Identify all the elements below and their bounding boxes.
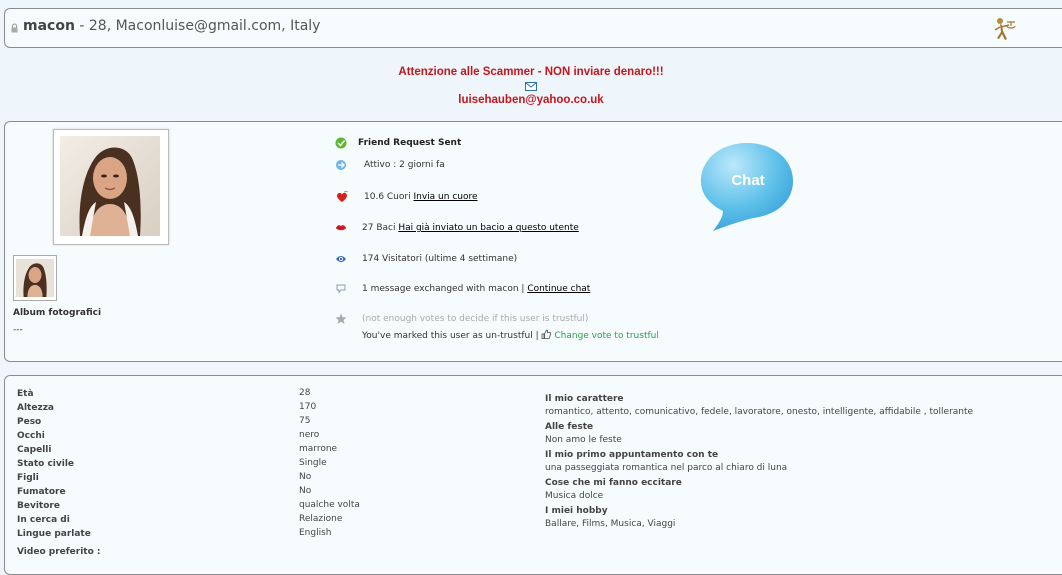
attribute-label: Fumatore bbox=[17, 487, 66, 497]
hearts-count: 10.6 Cuori bbox=[364, 192, 411, 202]
attribute-label: Peso bbox=[17, 417, 42, 427]
attribute-label: Età bbox=[17, 389, 34, 399]
attribute-value: English bbox=[299, 528, 332, 538]
send-heart-link[interactable]: Invia un cuore bbox=[413, 192, 477, 202]
activity-icon bbox=[336, 160, 346, 170]
profile-details-panel: Video preferito : Età 28 Altezza 170 Peso 75 O… bbox=[4, 375, 1062, 575]
attribute-value: Single bbox=[299, 458, 327, 468]
speech-bubble-icon bbox=[336, 284, 346, 294]
attribute-value: Relazione bbox=[299, 514, 343, 524]
attribute-value: No bbox=[299, 486, 312, 496]
character-title: I miei hobby bbox=[545, 506, 608, 516]
profile-title: macon - 28, Maconluise@gmail.com, Italy bbox=[23, 18, 320, 34]
kiss-sent-link[interactable]: Hai già inviato un bacio a questo utente bbox=[398, 223, 578, 233]
trust-marked: You've marked this user as un-trustful | bbox=[362, 331, 539, 341]
visitors-count: 174 Visitatori (ultime 4 settimane) bbox=[362, 254, 518, 264]
main-profile-photo[interactable] bbox=[53, 129, 169, 245]
chat-label: Chat bbox=[731, 172, 764, 189]
zodiac-sign-icon bbox=[994, 18, 1016, 40]
continue-chat-link[interactable]: Continue chat bbox=[527, 284, 590, 294]
attribute-label: Occhi bbox=[17, 431, 45, 441]
messages-count: 1 message exchanged with macon | bbox=[362, 284, 525, 294]
username: macon bbox=[23, 18, 75, 34]
attribute-value: 170 bbox=[299, 402, 317, 412]
scam-warning-text: Attenzione alle Scammer - NON inviare de… bbox=[398, 66, 664, 78]
attribute-label: Bevitore bbox=[17, 501, 60, 511]
profile-photo-image bbox=[60, 136, 160, 236]
attribute-value: No bbox=[299, 472, 312, 482]
star-icon bbox=[335, 313, 347, 324]
character-value: una passeggiata romantica nel parco al c… bbox=[545, 463, 788, 473]
character-value: Non amo le feste bbox=[545, 435, 622, 445]
photo-thumbnail[interactable] bbox=[13, 255, 57, 301]
character-title: Il mio primo appuntamento con te bbox=[545, 450, 719, 460]
checkmark-icon bbox=[335, 137, 347, 149]
mail-icon[interactable] bbox=[525, 82, 537, 91]
attribute-label: Altezza bbox=[17, 403, 55, 413]
attribute-label: In cerca di bbox=[17, 515, 70, 525]
attribute-value: 28 bbox=[299, 388, 311, 398]
change-vote-link[interactable]: Change vote to trustful bbox=[554, 331, 659, 341]
attribute-value: 75 bbox=[299, 416, 311, 426]
attribute-value: marrone bbox=[299, 444, 338, 454]
last-active: Attivo : 2 giorni fa bbox=[364, 160, 445, 170]
attribute-value: qualche volta bbox=[299, 500, 360, 510]
character-value: Musica dolce bbox=[545, 491, 604, 501]
scammer-email: luisehauben@yahoo.co.uk bbox=[458, 94, 604, 106]
attribute-label: Capelli bbox=[17, 445, 52, 455]
video-label: Video preferito : bbox=[17, 547, 101, 557]
heart-icon bbox=[337, 191, 349, 202]
thumbs-up-icon[interactable] bbox=[541, 329, 552, 339]
profile-header: macon - 28, Maconluise@gmail.com, Italy bbox=[4, 8, 1062, 48]
profile-panel: Album fotografici --- Friend Request Sen… bbox=[4, 121, 1062, 362]
album-title: Album fotografici bbox=[13, 308, 102, 318]
kiss-lips-icon bbox=[336, 225, 346, 231]
kisses-count: 27 Baci bbox=[362, 223, 396, 233]
attribute-label: Stato civile bbox=[17, 459, 75, 469]
album-value: --- bbox=[13, 325, 23, 335]
thumbnail-image bbox=[16, 259, 54, 297]
character-title: Alle feste bbox=[545, 422, 594, 432]
attribute-value: nero bbox=[299, 430, 320, 440]
profile-summary: - 28, Maconluise@gmail.com, Italy bbox=[74, 18, 321, 34]
attribute-label: Figli bbox=[17, 473, 39, 483]
attribute-label: Lingue parlate bbox=[17, 529, 91, 539]
friend-status: Friend Request Sent bbox=[358, 138, 462, 148]
scam-warning: Attenzione alle Scammer - NON inviare de… bbox=[0, 66, 1062, 106]
character-title: Cose che mi fanno eccitare bbox=[545, 478, 682, 488]
lock-icon bbox=[11, 23, 18, 33]
character-value: romantico, attento, comunicativo, fedele… bbox=[545, 407, 974, 417]
character-value: Ballare, Films, Musica, Viaggi bbox=[545, 519, 676, 529]
trust-vote-row: You've marked this user as un-trustful |… bbox=[362, 329, 659, 341]
character-title: Il mio carattere bbox=[545, 394, 624, 404]
trust-info: (not enough votes to decide if this user… bbox=[362, 314, 589, 324]
eye-icon bbox=[336, 256, 346, 262]
chat-bubble-button[interactable]: Chat bbox=[699, 141, 795, 233]
